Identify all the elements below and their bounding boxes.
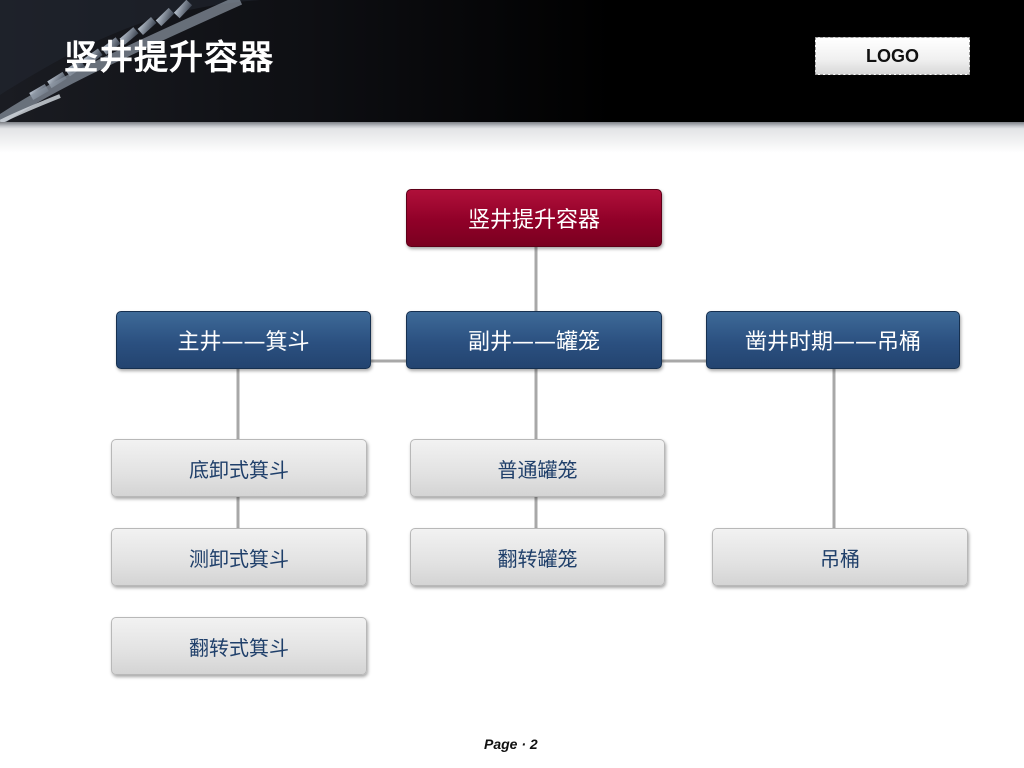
branch-node-sinking-period: 凿井时期——吊桶 xyxy=(706,311,960,369)
diagram-root-node: 竖井提升容器 xyxy=(406,189,662,247)
leaf-node-branch1-1: 底卸式箕斗 xyxy=(111,439,367,497)
leaf-node-branch1-2: 测卸式箕斗 xyxy=(111,528,367,586)
page-label: Page xyxy=(484,736,518,752)
page-separator: · xyxy=(521,736,527,752)
leaf-node-branch2-2: 翻转罐笼 xyxy=(410,528,665,586)
leaf-node-branch1-3: 翻转式箕斗 xyxy=(111,617,367,675)
page-footer: Page · 2 xyxy=(484,736,538,752)
branch-node-auxiliary-shaft: 副井——罐笼 xyxy=(406,311,662,369)
leaf-node-branch3-1: 吊桶 xyxy=(712,528,968,586)
page-number: 2 xyxy=(529,736,538,752)
branch-node-main-shaft: 主井——箕斗 xyxy=(116,311,371,369)
leaf-node-branch2-1: 普通罐笼 xyxy=(410,439,665,497)
